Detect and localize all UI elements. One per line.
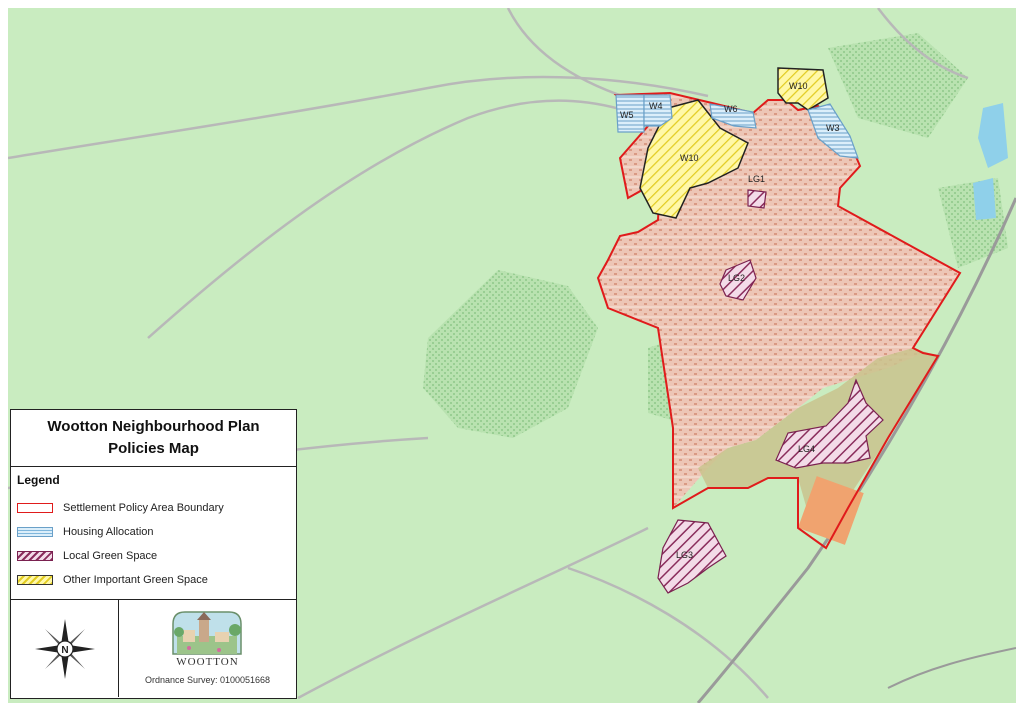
compass-rose-icon: N bbox=[34, 618, 95, 679]
map-label-lg3: LG3 bbox=[676, 550, 693, 560]
legend: Legend Settlement Policy Area Boundary H… bbox=[11, 467, 296, 600]
legend-item-local-green-space: Local Green Space bbox=[17, 544, 290, 568]
village-crest-icon bbox=[172, 611, 242, 655]
legend-item-label: Settlement Policy Area Boundary bbox=[63, 502, 224, 514]
map-title-box: Wootton Neighbourhood Plan Policies Map bbox=[11, 410, 296, 467]
map-label-w10-north: W10 bbox=[789, 81, 808, 91]
map-label-w6: W6 bbox=[724, 104, 738, 114]
map-label-w10-main: W10 bbox=[680, 153, 699, 163]
other-green-space-swatch bbox=[17, 575, 53, 585]
map-label-w4: W4 bbox=[649, 101, 663, 111]
local-green-space-swatch bbox=[17, 551, 53, 561]
map-label-lg4: LG4 bbox=[798, 444, 815, 454]
legend-item-label: Housing Allocation bbox=[63, 526, 154, 538]
logo-text: WOOTTON bbox=[176, 656, 239, 668]
local-green-space-lg1[interactable] bbox=[747, 189, 767, 209]
map-label-lg1: LG1 bbox=[748, 174, 765, 184]
compass-letter: N bbox=[61, 645, 68, 656]
legend-item-housing-allocation: Housing Allocation bbox=[17, 520, 290, 544]
map-label-w5: W5 bbox=[620, 110, 634, 120]
legend-panel: Wootton Neighbourhood Plan Policies Map … bbox=[10, 409, 297, 699]
map-label-w3: W3 bbox=[826, 123, 840, 133]
housing-allocation-swatch bbox=[17, 527, 53, 537]
legend-footer: N WOOTTON Ordnance Survey: 0100051668 bbox=[11, 600, 296, 697]
map-label-lg2: LG2 bbox=[728, 273, 745, 283]
map-subtitle: Policies Map bbox=[108, 440, 199, 457]
legend-item-settlement-boundary: Settlement Policy Area Boundary bbox=[17, 496, 290, 520]
legend-item-other-green-space: Other Important Green Space bbox=[17, 568, 290, 592]
logo-box: WOOTTON Ordnance Survey: 0100051668 bbox=[119, 600, 296, 697]
ordnance-survey-copyright: Ordnance Survey: 0100051668 bbox=[144, 675, 271, 685]
legend-item-label: Other Important Green Space bbox=[63, 574, 208, 586]
lake bbox=[973, 178, 996, 220]
compass-box: N bbox=[11, 600, 119, 697]
map-title: Wootton Neighbourhood Plan bbox=[47, 418, 260, 435]
settlement-boundary-swatch bbox=[17, 503, 53, 513]
legend-item-label: Local Green Space bbox=[63, 550, 158, 562]
legend-heading: Legend bbox=[17, 473, 60, 487]
